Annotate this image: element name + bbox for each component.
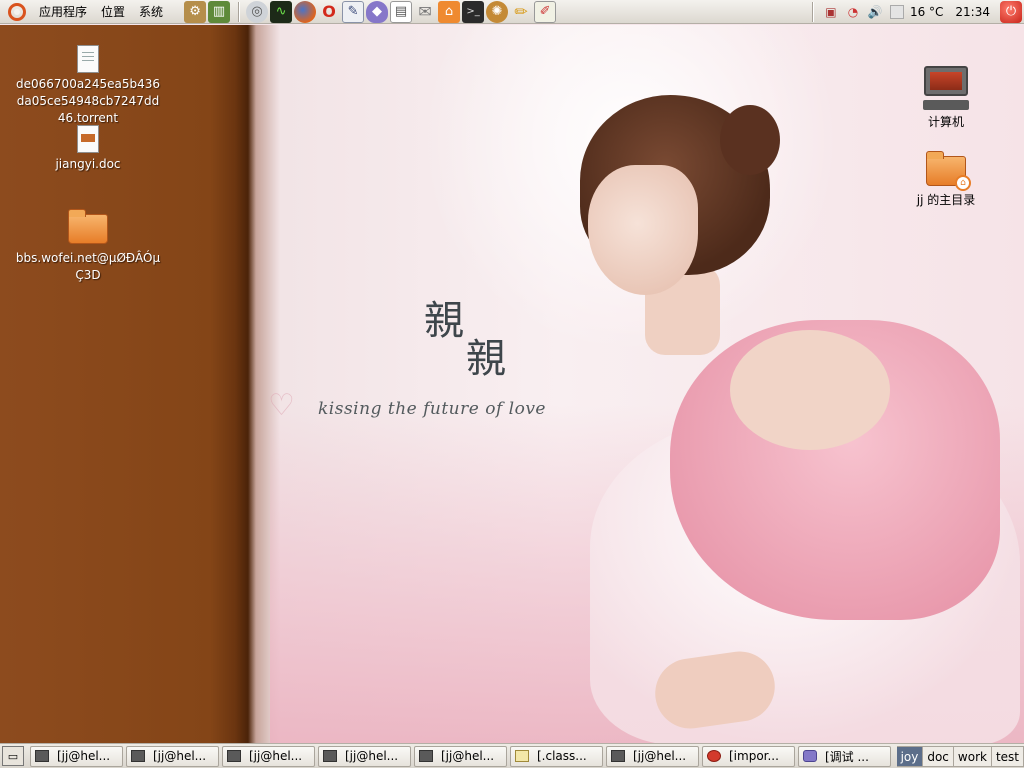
terminal-icon [323, 750, 337, 762]
launcher-bar: ⚙ ▥ ◎ ∿ O ✎ ◆ ▤ ✉ ⌂ >_ ✺ ✏ ✐ [184, 0, 558, 23]
desktop-icon-label: jiangyi.doc [55, 157, 121, 171]
desktop-icon-computer[interactable]: 计算机 [871, 66, 1021, 131]
system-menu[interactable]: 系统 [132, 0, 170, 24]
ubuntu-logo-icon[interactable] [8, 2, 26, 21]
launcher-separator [238, 1, 241, 22]
main-menu-bar: 应用程序 位置 系统 [0, 0, 170, 24]
taskbar-button-label: [.class... [537, 749, 587, 763]
taskbar-button-label: [jj@hel... [153, 749, 207, 763]
window-list: [jj@hel... [jj@hel... [jj@hel... [jj@hel… [30, 745, 894, 767]
power-icon[interactable]: ⏻ [1000, 0, 1022, 23]
heart-icon: ♡ [268, 388, 295, 423]
taskbar-button-label: [jj@hel... [633, 749, 687, 763]
clock[interactable]: 21:34 [949, 5, 996, 19]
desktop-icon-home[interactable]: ⌂ jj 的主目录 [871, 151, 1021, 209]
document-icon [77, 45, 99, 73]
system-tools-icon[interactable]: ⚙ [184, 0, 207, 23]
terminal-icon [419, 750, 433, 762]
taskbar-button-label: [impor... [729, 749, 779, 763]
desktop-icon-torrent[interactable]: de066700a245ea5b436da05ce54948cb7247dd46… [13, 45, 163, 127]
taskbar-button-label: [jj@hel... [441, 749, 495, 763]
wallpaper-title-char: 親 [466, 336, 506, 382]
terminal-icon[interactable]: >_ [462, 0, 485, 23]
terminal-icon [611, 750, 625, 762]
workspace-switcher: joy doc work test [896, 745, 1024, 767]
system-monitor-icon[interactable]: ∿ [270, 0, 293, 23]
terminal-icon [227, 750, 241, 762]
terminal-icon [131, 750, 145, 762]
notes-icon[interactable]: ▤ [390, 0, 413, 23]
gimp-icon[interactable]: ✺ [486, 0, 509, 23]
bottom-panel: ▭ [jj@hel... [jj@hel... [jj@hel... [jj@h… [0, 743, 1024, 768]
desktop-icon-label: de066700a245ea5b436da05ce54948cb7247dd46… [16, 77, 160, 125]
folder-icon [68, 209, 108, 244]
taskbar-button-label: [jj@hel... [345, 749, 399, 763]
volume-icon[interactable]: 🔊 [866, 3, 884, 21]
terminal-icon [35, 750, 49, 762]
taskbar-button[interactable]: [jj@hel... [414, 745, 507, 767]
taskbar-button-label: [jj@hel... [249, 749, 303, 763]
taskbar-button[interactable]: [.class... [510, 745, 603, 767]
weather-icon[interactable] [889, 4, 904, 19]
home-folder-icon: ⌂ [926, 151, 971, 191]
desktop-icon-label: 计算机 [927, 115, 964, 129]
top-panel: 应用程序 位置 系统 ⚙ ▥ ◎ ∿ O ✎ ◆ ▤ ✉ ⌂ >_ ✺ ✏ ✐ … [0, 0, 1024, 24]
text-editor-icon[interactable]: ✎ [342, 0, 365, 23]
edit-icon[interactable]: ✐ [534, 0, 557, 23]
applications-menu[interactable]: 应用程序 [32, 0, 94, 24]
pencil-icon[interactable]: ✏ [510, 1, 532, 23]
workspace-doc[interactable]: doc [923, 745, 954, 767]
system-tray: ▣ ◔ 🔊 16 °C 21:34 ⏻ [806, 0, 1024, 24]
text-editor-icon [515, 750, 529, 762]
mail-icon[interactable]: ✉ [414, 1, 436, 23]
taskbar-button[interactable]: [jj@hel... [318, 745, 411, 767]
network-icon[interactable]: ◔ [844, 3, 862, 21]
wallpaper-title: 親 親 [424, 300, 506, 382]
chat-icon [803, 750, 817, 762]
cd-drive-icon[interactable]: ◎ [246, 0, 269, 23]
desktop-icon-label: jj 的主目录 [916, 193, 976, 207]
taskbar-button-label: [jj@hel... [57, 749, 111, 763]
tray-separator [811, 1, 814, 22]
firefox-icon[interactable] [294, 0, 317, 23]
word-document-icon [77, 125, 99, 153]
wallpaper-tagline: kissing the future of love [318, 399, 546, 419]
clipboard-icon[interactable]: ▣ [822, 3, 840, 21]
desktop-icon-label: bbs.wofei.net@µØÐÂÓµÇ3D [15, 251, 161, 282]
desktop-icon-folder[interactable]: bbs.wofei.net@µØÐÂÓµÇ3D [13, 209, 163, 284]
workspace-work[interactable]: work [953, 745, 992, 767]
home-folder-icon[interactable]: ⌂ [438, 0, 461, 23]
taskbar-button[interactable]: [调试 ... [798, 745, 891, 767]
taskbar-button[interactable]: [jj@hel... [30, 745, 123, 767]
show-desktop-icon[interactable]: ▭ [2, 746, 24, 766]
opera-icon [707, 750, 721, 762]
workspace-joy[interactable]: joy [896, 745, 924, 767]
desktop[interactable]: ♡ 親 親 kissing the future of love de06670… [0, 25, 1024, 743]
desktop-icon-jiangyi-doc[interactable]: jiangyi.doc [13, 125, 163, 173]
computer-icon [923, 66, 969, 112]
temperature-label[interactable]: 16 °C [904, 5, 949, 19]
taskbar-button[interactable]: [jj@hel... [126, 745, 219, 767]
dictionary-icon[interactable]: ▥ [208, 0, 231, 23]
opera-icon[interactable]: O [318, 1, 340, 23]
taskbar-button-label: [调试 ... [825, 749, 869, 764]
taskbar-button[interactable]: [impor... [702, 745, 795, 767]
taskbar-button[interactable]: [jj@hel... [606, 745, 699, 767]
pidgin-icon[interactable]: ◆ [366, 0, 389, 23]
places-menu[interactable]: 位置 [94, 0, 132, 24]
workspace-test[interactable]: test [991, 745, 1024, 767]
taskbar-button[interactable]: [jj@hel... [222, 745, 315, 767]
